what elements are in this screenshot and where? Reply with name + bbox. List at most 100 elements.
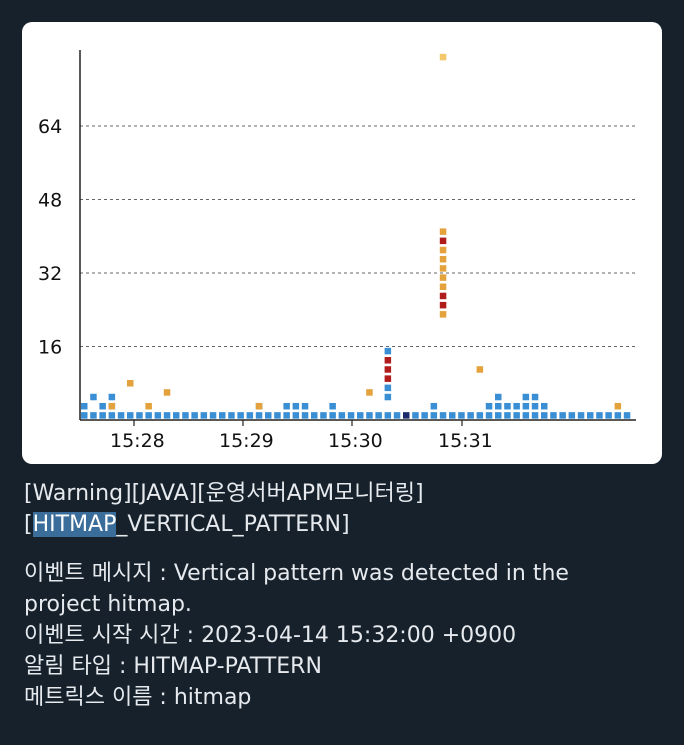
heatmap-cell — [347, 412, 355, 419]
heatmap-cell — [292, 402, 300, 410]
heatmap-cell — [384, 375, 392, 382]
heatmap-cell — [136, 412, 143, 419]
heatmap-cell — [329, 412, 336, 419]
heatmap-cell — [596, 412, 603, 419]
heatmap-cell — [320, 412, 327, 419]
heatmap-cell — [154, 412, 162, 419]
heatmap-cell — [439, 228, 447, 235]
heatmap-cell — [439, 311, 447, 318]
heatmap-cell — [559, 412, 566, 419]
heatmap-cell — [384, 412, 392, 419]
heatmap-cell — [265, 412, 272, 419]
heatmap-cell — [531, 412, 539, 419]
y-tick-label: 64 — [38, 116, 62, 138]
heatmap-cell — [439, 412, 447, 419]
heatmap-cell — [577, 412, 585, 419]
heatmap-cell — [255, 412, 263, 419]
heatmap-cell — [439, 301, 447, 309]
heatmap-cell — [430, 402, 438, 410]
heatmap-cell — [513, 412, 520, 419]
heatmap-cell — [605, 412, 612, 419]
heatmap-cell — [614, 402, 622, 410]
heatmap-cell — [246, 412, 254, 419]
heatmap-cell — [108, 412, 116, 419]
heatmap-cell — [522, 393, 530, 401]
heatmap-cell — [467, 412, 474, 419]
x-tick-label: 15:29 — [219, 430, 274, 452]
heatmap-cell — [485, 412, 493, 419]
heatmap-cell — [439, 283, 447, 291]
heatmap-cell — [439, 53, 447, 61]
heatmap-cell — [393, 412, 401, 419]
heatmap-cell — [587, 412, 594, 419]
heatmap-cell — [145, 412, 152, 419]
heatmap-cell — [439, 246, 447, 254]
heatmap-cell — [495, 412, 502, 419]
heatmap-cell — [439, 265, 447, 272]
event-message: 이벤트 메시지 : Vertical pattern was detected … — [24, 561, 569, 586]
alert-message: [Warning][JAVA][운영서버APM모니터링] [HITMAP_VER… — [24, 478, 664, 713]
heatmap-cell — [99, 402, 106, 410]
heatmap-cell — [90, 393, 97, 401]
heatmap-cell — [495, 402, 502, 410]
hitmap-chart: 16 32 48 64 15:28 15:29 15:30 15:31 — [38, 50, 636, 452]
heatmap-cell — [412, 412, 419, 419]
heatmap-cell — [301, 402, 309, 410]
heatmap-cell — [439, 237, 447, 245]
heatmap-cell — [329, 402, 336, 410]
heatmap-cell — [504, 412, 511, 419]
heatmap-cell — [209, 412, 217, 419]
heatmap-cell — [283, 402, 290, 410]
metric-name: 메트릭스 이름 : hitmap — [24, 685, 252, 710]
heatmap-cell — [163, 389, 171, 396]
heatmap-cell — [99, 412, 106, 419]
heatmap-cell — [283, 412, 290, 419]
heatmap-cell — [384, 393, 392, 401]
x-tick-label: 15:30 — [328, 430, 383, 452]
heatmap-cell — [485, 402, 493, 410]
heatmap-cell — [430, 412, 438, 419]
heatmap-cell — [541, 402, 548, 410]
x-tick-label: 15:31 — [438, 430, 493, 452]
heatmap-cell — [127, 380, 134, 387]
heatmap-cell — [476, 366, 484, 373]
heatmap-cell — [81, 402, 88, 410]
heatmap-cell — [108, 393, 116, 401]
heatmap-cell — [292, 412, 300, 419]
alert-title-line2: [HITMAP_VERTICAL_PATTERN] — [24, 512, 350, 537]
heatmap-cell — [439, 274, 447, 281]
y-tick-label: 16 — [38, 337, 62, 359]
heatmap-cell — [531, 393, 539, 401]
x-tick-label: 15:28 — [110, 430, 165, 452]
heatmap-cell — [522, 412, 530, 419]
heatmap-cell — [90, 412, 97, 419]
heatmap-cell — [366, 389, 373, 396]
heatmap-cell — [550, 412, 557, 419]
heatmap-cell — [191, 412, 198, 419]
heatmap-cell — [504, 402, 511, 410]
heatmap-cell — [200, 412, 208, 419]
heatmap-cell — [163, 412, 171, 419]
heatmap-cell — [357, 412, 364, 419]
heatmap-cell — [384, 384, 392, 392]
heatmap-cell — [366, 412, 373, 419]
heatmap-cell — [541, 412, 548, 419]
heatmap-cell — [274, 412, 281, 419]
heatmap-cell — [458, 412, 465, 419]
heatmap-cell — [127, 412, 134, 419]
heatmap-cell — [384, 366, 392, 373]
hitmap-chart-card: 16 32 48 64 15:28 15:29 15:30 15:31 — [22, 22, 662, 464]
heatmap-cell — [439, 255, 447, 263]
y-tick-label: 48 — [38, 190, 62, 212]
heatmap-cell — [439, 292, 447, 300]
heatmap-cell — [375, 412, 382, 419]
heatmap-cell — [301, 412, 309, 419]
heatmap-cell — [476, 412, 484, 419]
selected-text[interactable]: HITMAP — [32, 512, 117, 537]
heatmap-cell — [228, 412, 235, 419]
heatmap-cell — [614, 412, 622, 419]
heatmap-cell — [108, 402, 116, 410]
heatmap-cell — [495, 393, 502, 401]
heatmap-cell — [384, 357, 392, 364]
heatmap-cell — [623, 412, 631, 419]
